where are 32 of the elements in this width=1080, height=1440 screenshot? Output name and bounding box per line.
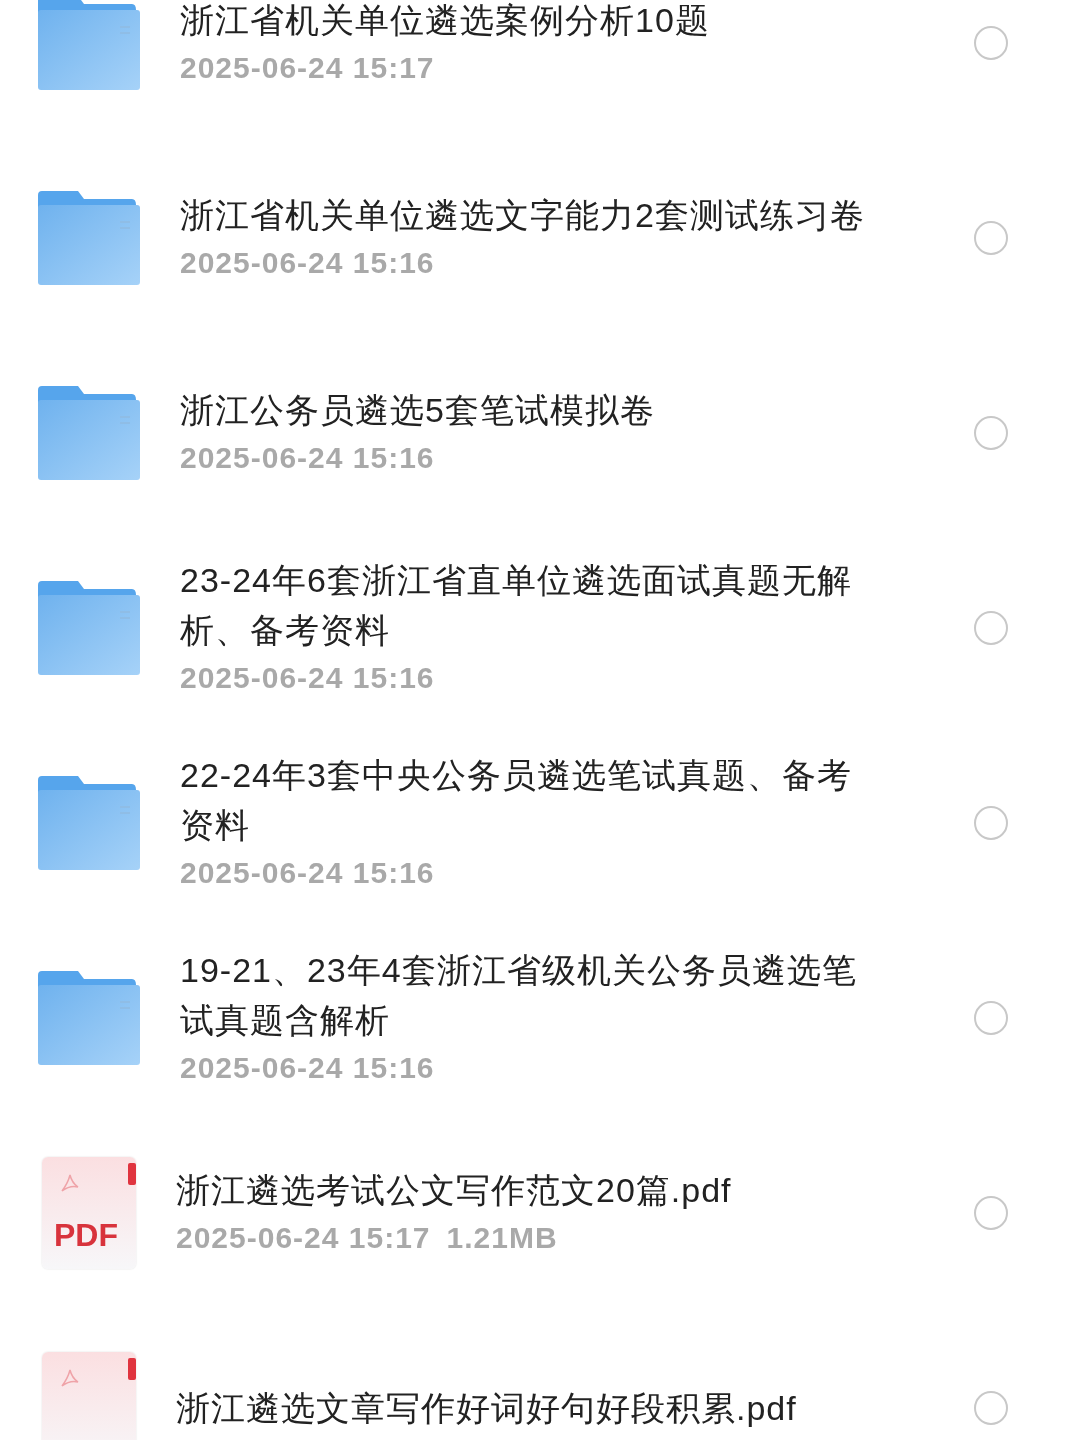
modified-date: 2025-06-24 15:16 bbox=[180, 659, 435, 696]
file-name[interactable]: 浙江遴选文章写作好词好句好段积累.pdf bbox=[176, 1382, 866, 1433]
folder-icon bbox=[38, 580, 140, 675]
modified-date: 2025-06-24 15:16 bbox=[180, 439, 435, 476]
modified-date: 2025-06-24 15:16 bbox=[180, 1049, 435, 1086]
modified-date: 2025-06-24 15:17 bbox=[176, 1219, 431, 1256]
select-radio[interactable] bbox=[974, 1000, 1008, 1035]
modified-date: 2025-06-24 15:16 bbox=[180, 854, 435, 891]
folder-icon bbox=[38, 775, 140, 870]
modified-date: 2025-06-24 15:17 bbox=[180, 49, 435, 86]
pdf-file-icon: PDF bbox=[42, 1156, 136, 1269]
file-name[interactable]: 浙江公务员遴选5套笔试模拟卷 bbox=[180, 384, 870, 435]
select-radio[interactable] bbox=[974, 25, 1008, 60]
select-radio[interactable] bbox=[974, 220, 1008, 255]
file-name[interactable]: 浙江遴选考试公文写作范文20篇.pdf bbox=[176, 1164, 866, 1215]
folder-icon bbox=[38, 970, 140, 1065]
file-name[interactable]: 23-24年6套浙江省直单位遴选面试真题无解析、备考资料 bbox=[180, 554, 870, 655]
file-name[interactable]: 浙江省机关单位遴选案例分析10题 bbox=[180, 0, 870, 45]
select-radio[interactable] bbox=[974, 610, 1008, 645]
modified-date: 2025-06-24 15:16 bbox=[180, 244, 435, 281]
file-name[interactable]: 22-24年3套中央公务员遴选笔试真题、备考资料 bbox=[180, 749, 870, 850]
file-name[interactable]: 19-21、23年4套浙江省级机关公务员遴选笔试真题含解析 bbox=[180, 944, 870, 1045]
file-size: 1.21MB bbox=[446, 1219, 558, 1256]
folder-icon bbox=[38, 0, 140, 90]
folder-icon bbox=[38, 190, 140, 285]
select-radio[interactable] bbox=[974, 1195, 1008, 1230]
select-radio[interactable] bbox=[974, 1390, 1008, 1425]
select-radio[interactable] bbox=[974, 805, 1008, 840]
select-radio[interactable] bbox=[974, 415, 1008, 450]
folder-icon bbox=[38, 385, 140, 480]
file-name[interactable]: 浙江省机关单位遴选文字能力2套测试练习卷 bbox=[180, 189, 870, 240]
pdf-file-icon bbox=[42, 1351, 136, 1440]
